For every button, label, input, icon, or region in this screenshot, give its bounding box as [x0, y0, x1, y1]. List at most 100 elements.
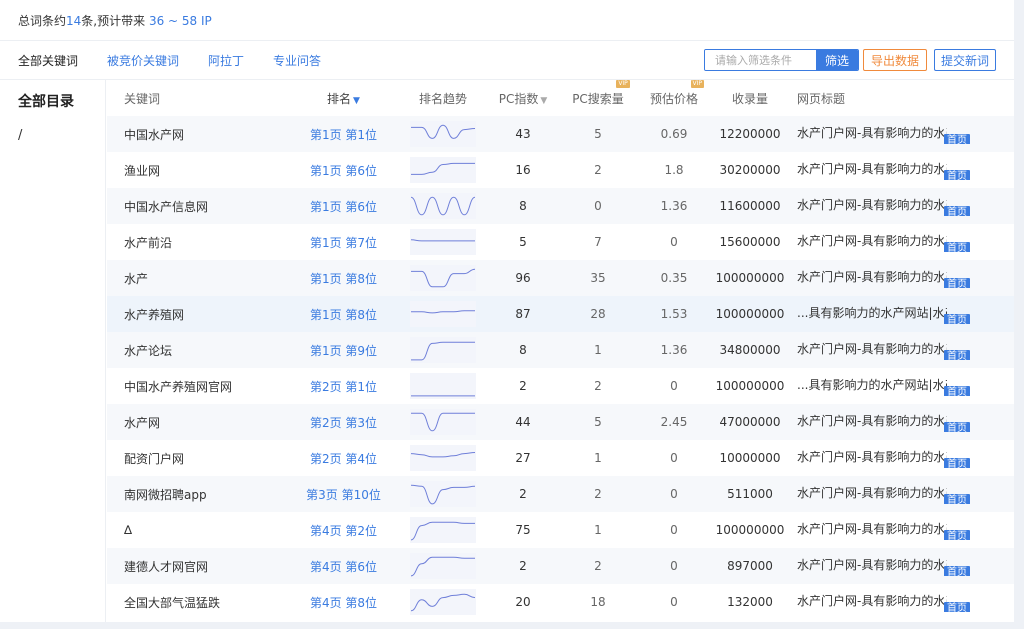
table-row: 南网微招聘app 第3页 第10位 2 2 0 511000 水产门户网-具有影响力的水产首… — [107, 476, 1014, 512]
keyword-cell: 渔业网 — [124, 163, 161, 178]
rank-trend-sparkline — [410, 157, 476, 183]
trend-cell — [400, 445, 486, 471]
page-title-text[interactable]: ...具有影响力的水产网站|水产 — [797, 304, 947, 321]
page-title-text[interactable]: 水产门户网-具有影响力的水产 — [797, 196, 947, 213]
rank-trend-sparkline — [410, 445, 476, 471]
rank-trend-sparkline — [410, 229, 476, 255]
keyword-cell: 水产养殖网 — [124, 307, 185, 322]
page-title-text[interactable]: 水产门户网-具有影响力的水产 — [797, 520, 947, 537]
pc-search-cell: 1 — [594, 343, 602, 357]
submit-new-keyword-button[interactable]: 提交新词 — [934, 49, 996, 71]
trend-cell — [400, 193, 486, 219]
volume-cell: 100000000 — [715, 523, 785, 537]
tab-bid-keywords[interactable]: 被竞价关键词 — [107, 52, 179, 69]
volume-cell: 12200000 — [719, 127, 781, 141]
table-row: 水产前沿 第1页 第7位 5 7 0 15600000 水产门户网-具有影响力的水产 首页 — [107, 224, 1014, 260]
sparkline-background — [410, 517, 476, 543]
rank-link[interactable]: 第3页 第10位 — [287, 486, 400, 503]
rank-link[interactable]: 第1页 第8位 — [287, 270, 400, 287]
volume-cell: 30200000 — [719, 163, 781, 177]
rank-trend-sparkline — [410, 193, 476, 219]
page-title-text[interactable]: 水产门户网-具有影响力的水产 — [797, 448, 947, 465]
summary-text: 总词条约14条,预计带来 36 ~ 58 IP — [18, 12, 212, 29]
page-title-text[interactable]: 水产门户网-具有影响力的水产 — [797, 556, 947, 573]
home-page-badge: 首页 — [944, 314, 970, 324]
filter-input[interactable] — [705, 50, 816, 70]
page-title-cell: 水产门户网-具有影响力的水产 首页 — [788, 232, 1014, 252]
summary-count: 14 — [66, 14, 82, 28]
rank-trend-sparkline — [410, 121, 476, 147]
page-title-cell: 水产门户网-具有影响力的水产 首页 — [788, 592, 1014, 612]
col-pc-index[interactable]: PC指数 ▼ — [486, 90, 560, 107]
price-cell: 0 — [670, 487, 678, 501]
sparkline-background — [410, 373, 476, 399]
summary-ip-range: 36 ~ 58 IP — [148, 14, 212, 28]
tab-all-keywords[interactable]: 全部关键词 — [18, 52, 78, 69]
sparkline-background — [410, 589, 476, 615]
rank-link[interactable]: 第1页 第7位 — [287, 234, 400, 251]
pc-search-cell: 35 — [590, 271, 606, 285]
sidebar-item-root[interactable]: / — [18, 128, 22, 143]
rank-link[interactable]: 第4页 第8位 — [287, 594, 400, 611]
home-page-badge: 首页 — [944, 170, 970, 180]
pc-index-cell: 44 — [515, 415, 531, 429]
divider — [0, 40, 1014, 41]
rank-link[interactable]: 第1页 第9位 — [287, 342, 400, 359]
page-title-cell: 水产门户网-具有影响力的水产 首页 — [788, 556, 1014, 576]
page-title-text[interactable]: 水产门户网-具有影响力的水产 — [797, 232, 947, 249]
pc-search-cell: 2 — [594, 379, 602, 393]
vip-badge: VIP — [616, 79, 630, 88]
keyword-cell: 水产论坛 — [124, 343, 173, 358]
keyword-cell: 全国大部气温猛跌 — [124, 595, 221, 610]
vip-wrap: 预估价格 VIP — [650, 79, 704, 107]
rank-link[interactable]: 第1页 第6位 — [287, 198, 400, 215]
page-title-text[interactable]: 水产门户网-具有影响力的水产 — [797, 340, 947, 357]
sparkline-background — [410, 157, 476, 183]
rank-link[interactable]: 第1页 第6位 — [287, 162, 400, 179]
sparkline-background — [410, 337, 476, 363]
rank-trend-sparkline — [410, 373, 476, 399]
price-cell: 0 — [670, 451, 678, 465]
table-header: 关键词 排名 ▼ 排名趋势 PC指数 ▼ PC搜索量 VIP 预估价格 VIP 收录量 … — [107, 79, 1014, 116]
page-title-text[interactable]: 水产门户网-具有影响力的水产 — [797, 412, 947, 429]
trend-cell — [400, 553, 486, 579]
home-page-badge: 首页 — [944, 458, 970, 468]
volume-cell: 10000000 — [719, 451, 781, 465]
page-title-text[interactable]: 水产门户网-具有影响力的水产 — [797, 592, 947, 609]
table-row: 中国水产网 第1页 第1位 43 5 0.69 12200000 水产门户网-具有影响力的水… — [107, 116, 1014, 152]
pc-search-cell: 2 — [594, 487, 602, 501]
page-title-text[interactable]: ...具有影响力的水产网站|水产 — [797, 376, 947, 393]
page-title-text[interactable]: 水产门户网-具有影响力的水产 — [797, 268, 947, 285]
rank-link[interactable]: 第4页 第2位 — [287, 522, 400, 539]
tab-aladdin[interactable]: 阿拉丁 — [208, 52, 244, 69]
col-volume: 收录量 — [731, 91, 768, 106]
home-page-badge: 首页 — [944, 206, 970, 216]
rank-link[interactable]: 第2页 第3位 — [287, 414, 400, 431]
sort-caret-icon: ▼ — [353, 95, 360, 106]
page-title-text[interactable]: 水产门户网-具有影响力的水产 — [797, 124, 947, 141]
rank-trend-sparkline — [410, 409, 476, 435]
table-body: 中国水产网 第1页 第1位 43 5 0.69 12200000 水产门户网-具有影响力的水… — [107, 116, 1014, 620]
pc-search-cell: 0 — [594, 199, 602, 213]
rank-link[interactable]: 第1页 第8位 — [287, 306, 400, 323]
col-rank[interactable]: 排名 ▼ — [287, 90, 400, 107]
pc-index-cell: 8 — [519, 343, 527, 357]
rank-trend-sparkline — [410, 337, 476, 363]
keyword-cell: 水产前沿 — [124, 235, 173, 250]
tab-qa[interactable]: 专业问答 — [273, 52, 321, 69]
col-trend: 排名趋势 — [418, 91, 467, 106]
home-page-badge: 首页 — [944, 386, 970, 396]
trend-cell — [400, 589, 486, 615]
rank-link[interactable]: 第4页 第6位 — [287, 558, 400, 575]
filter-button[interactable]: 筛选 — [816, 50, 858, 70]
export-data-button[interactable]: 导出数据 — [863, 49, 927, 71]
volume-cell: 11600000 — [719, 199, 781, 213]
rank-link[interactable]: 第1页 第1位 — [287, 126, 400, 143]
pc-index-cell: 2 — [519, 379, 527, 393]
home-page-badge: 首页 — [944, 134, 970, 144]
page-title-text[interactable]: 水产门户网-具有影响力的水产 — [797, 160, 947, 177]
rank-link[interactable]: 第2页 第1位 — [287, 378, 400, 395]
page-title-text[interactable]: 水产门户网-具有影响力的水产 — [797, 484, 947, 501]
rank-link[interactable]: 第2页 第4位 — [287, 450, 400, 467]
keyword-cell: 水产网 — [124, 415, 161, 430]
